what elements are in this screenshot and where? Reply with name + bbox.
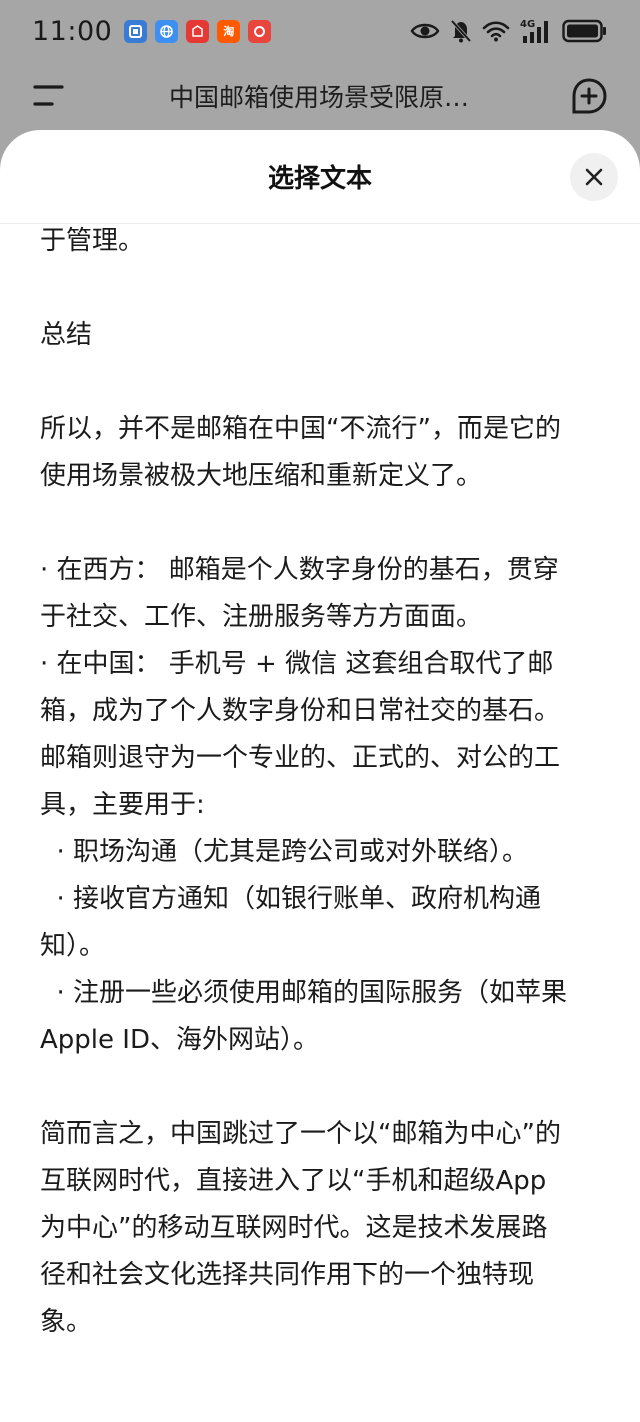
text-line: 径和社会文化选择共同作用下的一个独特现 (40, 1260, 535, 1290)
eye-icon (410, 23, 440, 39)
app-bar: 中国邮箱使用场景受限原… (0, 62, 640, 130)
battery-icon (562, 19, 606, 43)
text-line: 所以，并不是邮箱在中国“不流行”，而是它的 (40, 414, 561, 444)
text-line: 使用场景被极大地压缩和重新定义了。 (40, 461, 483, 491)
text-line: · 注册一些必须使用邮箱的国际服务（如苹果 (40, 978, 568, 1008)
signal-4g-icon: 4G (520, 19, 548, 43)
red-app-icon (186, 19, 210, 43)
close-icon (585, 168, 603, 186)
globe-app-icon (155, 19, 179, 43)
text-line: 为中心”的移动互联网时代。这是技术发展路 (40, 1213, 548, 1243)
text-line: 具，主要用于: (40, 790, 205, 820)
new-chat-icon[interactable] (570, 77, 608, 115)
text-line: 总结 (40, 320, 93, 350)
text-line: 于社交、工作、注册服务等方方面面。 (40, 602, 483, 632)
taobao-icon: 淘 (217, 19, 241, 43)
text-line: · 接收官方通知（如银行账单、政府机构通 (40, 884, 542, 914)
text-line: 互联网时代，直接进入了以“手机和超级App (40, 1166, 547, 1196)
blue-app-icon (124, 19, 148, 43)
menu-icon[interactable] (32, 78, 68, 114)
wifi-icon (482, 21, 510, 42)
text-line: · 职场沟通（尤其是跨公司或对外联络）。 (40, 837, 529, 867)
status-left: 11:00 淘 (32, 15, 272, 47)
text-line: 知）。 (40, 931, 106, 961)
text-line: 象。 (40, 1307, 93, 1337)
close-button[interactable] (570, 153, 618, 201)
sheet-title: 选择文本 (267, 164, 372, 194)
select-text-sheet: 选择文本 于管理。 总结 所以，并不是邮箱在中国“不流行”，而是它的 使用场景被… (0, 130, 640, 1422)
text-line: 简而言之，中国跳过了一个以“邮箱为中心”的 (40, 1119, 561, 1149)
mute-bell-icon (450, 19, 472, 43)
status-bar: 11:00 淘 4G (0, 0, 640, 62)
text-line: 于管理。 (40, 226, 145, 256)
text-line: · 在中国： 手机号 + 微信 这套组合取代了邮 (40, 649, 554, 679)
sheet-header: 选择文本 (0, 130, 640, 224)
text-line: 箱，成为了个人数字身份和日常社交的基石。 (40, 696, 561, 726)
chess-app-icon (248, 19, 272, 43)
text-line: 邮箱则退守为一个专业的、正式的、对公的工 (40, 743, 561, 773)
text-line: · 在西方： 邮箱是个人数字身份的基石，贯穿 (40, 555, 559, 585)
svg-text:4G: 4G (520, 19, 535, 30)
conversation-title: 中国邮箱使用场景受限原… (168, 83, 469, 112)
status-time: 11:00 (32, 15, 113, 47)
status-right: 4G (410, 18, 608, 44)
selectable-text[interactable]: 于管理。 总结 所以，并不是邮箱在中国“不流行”，而是它的 使用场景被极大地压缩… (40, 218, 605, 1346)
text-line: Apple ID、海外网站）。 (40, 1025, 319, 1055)
